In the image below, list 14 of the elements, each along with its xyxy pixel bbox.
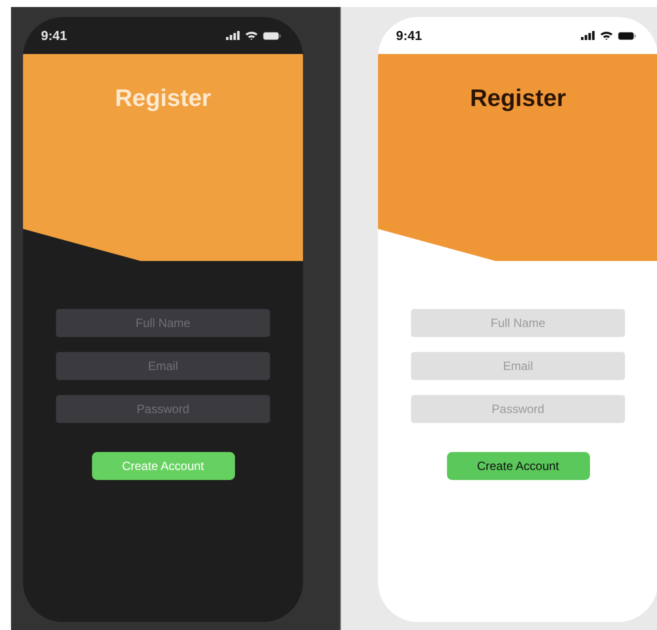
wifi-icon [600,31,613,40]
input-field[interactable]: Email [411,352,625,380]
battery-icon [263,32,281,40]
signal-icon [226,31,240,40]
input-field[interactable]: Password [411,395,625,423]
create-account-button[interactable]: Create Account [446,452,590,480]
battery-icon [618,32,636,40]
page-title: Register [470,84,566,114]
page-title: Register [114,84,212,114]
status-time: 9:41 [396,28,422,43]
input-field[interactable]: Full Name [411,309,625,337]
signal-icon [581,31,595,40]
wifi-icon [245,31,258,40]
status-time: 9:41 [41,28,68,43]
